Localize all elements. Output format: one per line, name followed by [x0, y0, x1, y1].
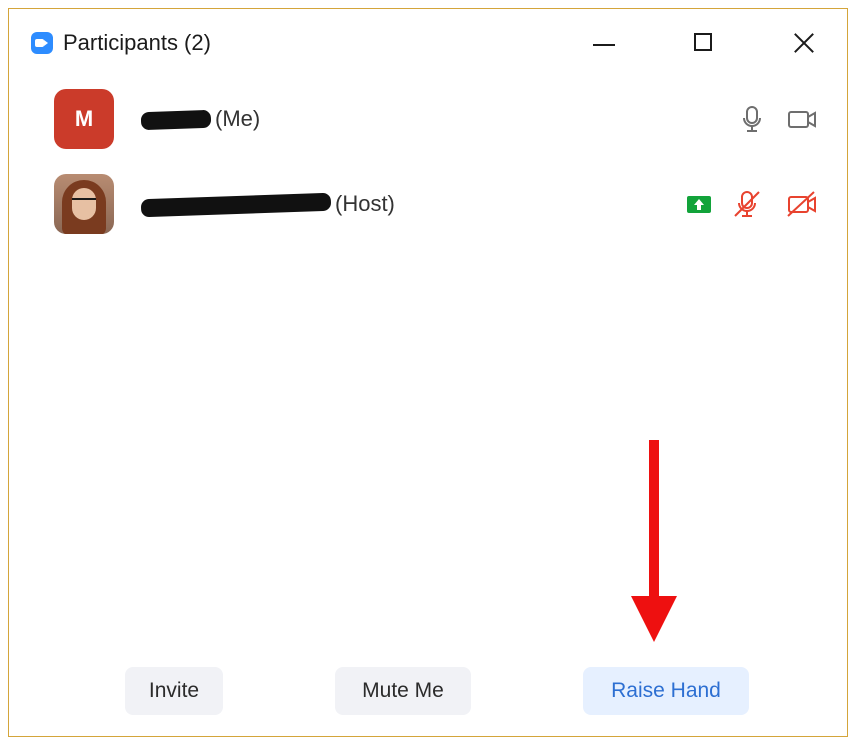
zoom-video-icon [31, 32, 53, 54]
video-camera-icon[interactable] [784, 101, 820, 137]
annotation-arrow-head [631, 596, 677, 642]
redacted-name-mark [140, 109, 212, 131]
avatar [54, 174, 114, 234]
title-bar[interactable]: Participants (2) [9, 9, 847, 73]
participant-row-me[interactable]: M (Me) [9, 79, 847, 159]
maximize-icon[interactable] [684, 25, 724, 61]
microphone-muted-icon[interactable] [729, 186, 765, 222]
participant-row-host[interactable]: (Host) [9, 164, 847, 244]
participant-name: (Me) [140, 106, 261, 132]
video-camera-off-icon[interactable] [784, 186, 820, 222]
participants-action-bar: Invite Mute Me Raise Hand [9, 659, 847, 719]
redacted-name-mark [140, 192, 332, 218]
raise-hand-button[interactable]: Raise Hand [583, 667, 749, 715]
microphone-icon[interactable] [734, 101, 770, 137]
mute-me-button[interactable]: Mute Me [335, 667, 471, 715]
annotation-arrow-shaft [649, 440, 659, 600]
avatar: M [54, 89, 114, 149]
participant-name-suffix: (Me) [215, 106, 261, 131]
minimize-icon[interactable] [584, 25, 624, 61]
participant-name-suffix: (Host) [335, 191, 395, 216]
screen-share-icon[interactable] [681, 186, 717, 222]
window-title: Participants (2) [63, 30, 211, 55]
invite-button[interactable]: Invite [125, 667, 223, 715]
participant-name: (Host) [140, 191, 395, 218]
participants-window: Participants (2) M (Me) (Host) Invite Mu… [8, 8, 848, 737]
close-icon[interactable] [784, 25, 824, 61]
